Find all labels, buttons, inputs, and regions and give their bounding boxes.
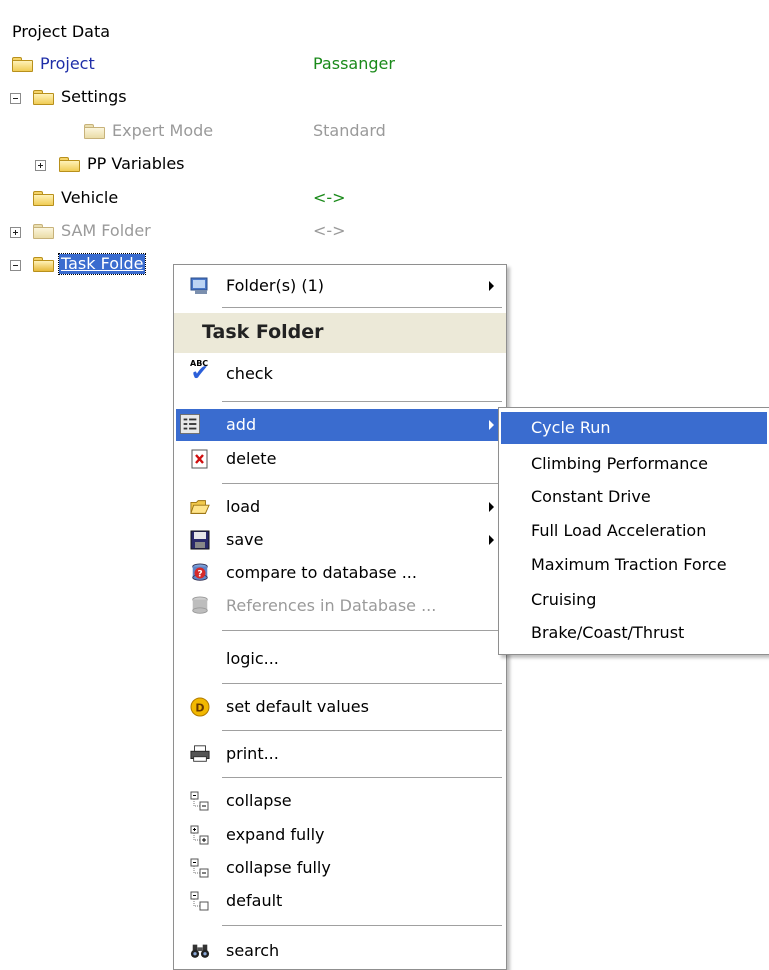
tree-collapse-icon	[190, 791, 209, 811]
default-d-icon: D	[190, 697, 210, 717]
menu-item-set-default-values[interactable]: D set default values	[174, 691, 506, 723]
tree-node-task-folder[interactable]: Task Folde	[57, 253, 147, 275]
tree-node-project[interactable]: Project	[40, 54, 95, 74]
menu-item-compare-to-database[interactable]: ? compare to database ...	[174, 557, 506, 589]
menu-item-add[interactable]: add	[176, 409, 504, 441]
svg-text:?: ?	[197, 570, 202, 580]
folder-icon	[33, 191, 54, 206]
menu-item-references-in-database[interactable]: References in Database ...	[174, 590, 506, 622]
menu-separator	[222, 683, 502, 684]
open-folder-icon	[33, 257, 54, 272]
tree-default-icon	[190, 891, 209, 911]
add-submenu: Cycle Run Climbing Performance Constant …	[498, 407, 769, 655]
delete-icon	[191, 449, 208, 469]
menu-separator	[222, 730, 502, 731]
expand-icon[interactable]	[10, 227, 21, 238]
context-menu: Folder(s) (1) Task Folder ABC ✔ check add	[173, 264, 507, 970]
menu-item-print[interactable]: print...	[174, 738, 506, 770]
folder-icon	[12, 57, 33, 72]
submenu-item-full-load-acceleration[interactable]: Full Load Acceleration	[499, 515, 769, 547]
collapse-icon[interactable]	[10, 93, 21, 104]
menu-separator	[222, 925, 502, 926]
spellcheck-icon: ABC ✔	[190, 359, 210, 386]
open-folder-icon	[190, 500, 210, 514]
menu-item-check[interactable]: ABC ✔ check	[174, 358, 506, 390]
tree-collapse-icon	[190, 858, 209, 878]
tree-value-sam-folder: <->	[313, 221, 346, 240]
submenu-arrow-icon	[489, 502, 494, 512]
add-list-icon	[180, 414, 200, 434]
menu-item-expand-fully[interactable]: expand fully	[174, 819, 506, 851]
tree-value-project: Passanger	[313, 54, 395, 73]
tree-node-vehicle[interactable]: Vehicle	[61, 188, 118, 208]
menu-separator	[222, 307, 502, 308]
submenu-arrow-icon	[489, 420, 494, 430]
menu-item-collapse[interactable]: collapse	[174, 785, 506, 817]
folders-icon	[190, 277, 208, 294]
submenu-item-brake-coast-thrust[interactable]: Brake/Coast/Thrust	[499, 617, 769, 649]
tree-node-pp-variables[interactable]: PP Variables	[87, 154, 185, 174]
menu-separator	[222, 630, 502, 631]
folder-icon	[59, 157, 80, 172]
tree-value-vehicle: <->	[313, 188, 346, 207]
submenu-item-cruising[interactable]: Cruising	[499, 584, 769, 616]
submenu-item-cycle-run[interactable]: Cycle Run	[501, 412, 767, 444]
menu-item-default[interactable]: default	[174, 885, 506, 917]
database-icon	[192, 596, 208, 614]
submenu-item-maximum-traction-force[interactable]: Maximum Traction Force	[499, 549, 769, 581]
menu-item-search[interactable]: search	[174, 935, 506, 967]
tree-value-expert-mode: Standard	[313, 121, 386, 140]
tree-header: Project Data	[12, 22, 111, 41]
svg-text:D: D	[195, 702, 204, 715]
printer-icon	[190, 745, 210, 762]
tree-node-settings[interactable]: Settings	[61, 87, 127, 107]
collapse-icon[interactable]	[10, 260, 21, 271]
menu-item-save[interactable]: save	[174, 524, 506, 556]
menu-item-delete[interactable]: delete	[174, 443, 506, 475]
menu-section-title: Task Folder	[202, 321, 324, 343]
submenu-item-constant-drive[interactable]: Constant Drive	[499, 481, 769, 513]
tree-expand-icon	[190, 825, 209, 845]
menu-section-header: Task Folder	[174, 313, 506, 353]
tree-node-expert-mode[interactable]: Expert Mode	[112, 121, 213, 141]
binoculars-icon	[190, 944, 210, 958]
menu-separator	[222, 401, 502, 402]
folder-icon	[33, 90, 54, 105]
submenu-arrow-icon	[489, 535, 494, 545]
folder-icon	[33, 224, 54, 239]
folder-icon	[84, 124, 105, 139]
menu-item-collapse-fully[interactable]: collapse fully	[174, 852, 506, 884]
menu-separator	[222, 777, 502, 778]
tree-node-sam-folder[interactable]: SAM Folder	[61, 221, 151, 241]
compare-database-icon: ?	[192, 563, 208, 581]
submenu-item-climbing-performance[interactable]: Climbing Performance	[499, 448, 769, 480]
submenu-arrow-icon	[489, 281, 494, 291]
expand-icon[interactable]	[35, 160, 46, 171]
menu-item-load[interactable]: load	[174, 491, 506, 523]
save-disk-icon	[190, 530, 210, 550]
menu-item-logic[interactable]: logic...	[174, 643, 506, 675]
menu-item-folders[interactable]: Folder(s) (1)	[174, 270, 506, 302]
menu-separator	[222, 483, 502, 484]
